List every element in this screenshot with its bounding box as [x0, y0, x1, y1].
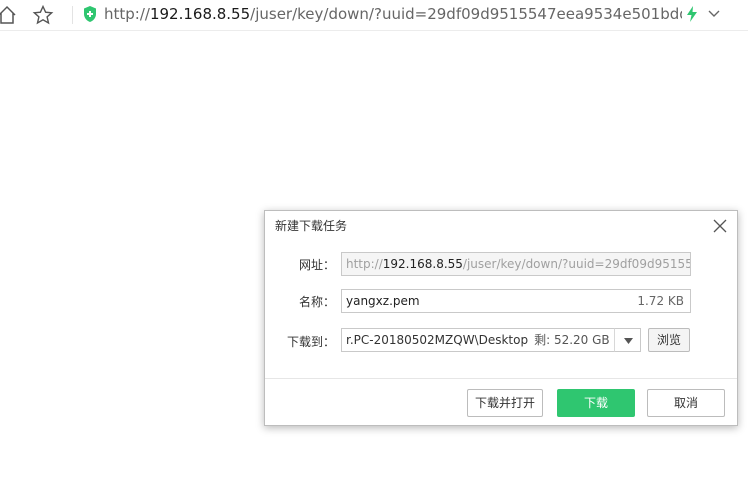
url-divider — [72, 6, 73, 24]
save-path-dropdown-button[interactable] — [614, 328, 641, 352]
cancel-button[interactable]: 取消 — [647, 389, 725, 417]
save-path-value: r.PC-20180502MZQW\Desktop — [346, 333, 529, 347]
url-prefix: http:// — [104, 5, 150, 23]
dialog-title: 新建下载任务 — [275, 219, 348, 233]
browse-button[interactable]: 浏览 — [648, 328, 690, 352]
download-and-open-button[interactable]: 下载并打开 — [467, 389, 543, 417]
file-name-input[interactable]: yangxz.pem 1.72 KB — [341, 289, 691, 313]
download-button[interactable]: 下载 — [557, 389, 635, 417]
lightning-icon[interactable] — [686, 6, 698, 22]
url-field-host: 192.168.8.55 — [382, 257, 463, 271]
bookmark-star-icon[interactable] — [32, 4, 54, 26]
dialog-divider — [265, 378, 737, 379]
home-icon[interactable] — [0, 4, 18, 26]
browser-page: http://192.168.8.55/juser/key/down/?uuid… — [0, 0, 748, 480]
free-space: 剩: 52.20 GB — [534, 333, 610, 347]
url-path: /juser/key/down/?uuid=29df09d9515547eea9… — [250, 5, 682, 23]
new-download-dialog: 新建下载任务 网址： http://192.168.8.55/juser/key… — [264, 210, 738, 426]
caret-down-icon — [624, 338, 633, 344]
file-name-value: yangxz.pem — [346, 294, 420, 308]
chevron-down-icon[interactable] — [707, 8, 721, 20]
url-field[interactable]: http://192.168.8.55/juser/key/down/?uuid… — [341, 252, 691, 276]
file-size: 1.72 KB — [637, 294, 684, 308]
url-host: 192.168.8.55 — [149, 5, 251, 23]
secure-shield-icon[interactable] — [82, 5, 98, 23]
address-bar[interactable]: http://192.168.8.55/juser/key/down/?uuid… — [104, 4, 682, 24]
url-field-prefix: http:// — [346, 257, 383, 271]
close-icon[interactable] — [711, 217, 729, 235]
url-label: 网址： — [298, 258, 335, 272]
url-field-path: /juser/key/down/?uuid=29df09d951554? — [462, 257, 691, 271]
save-path-select[interactable]: r.PC-20180502MZQW\Desktop 剩: 52.20 GB — [341, 328, 641, 352]
save-to-label: 下载到： — [286, 335, 335, 349]
browser-toolbar: http://192.168.8.55/juser/key/down/?uuid… — [0, 0, 748, 31]
name-label: 名称： — [298, 295, 335, 309]
